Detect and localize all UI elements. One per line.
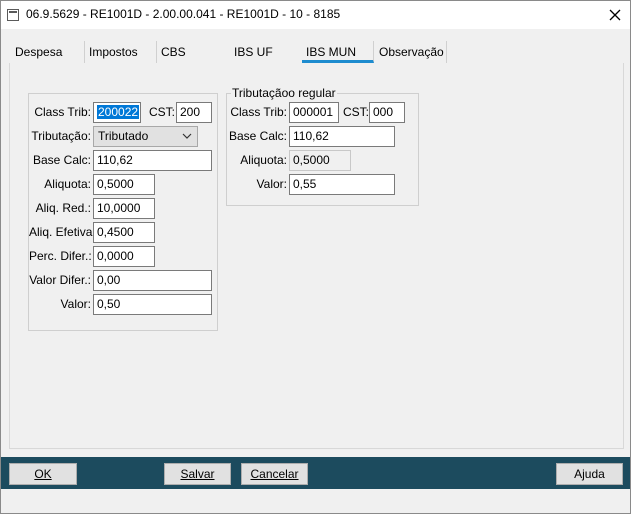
tab-observacao[interactable]: Observação	[375, 41, 447, 63]
save-button-label: Salvar	[180, 467, 215, 481]
class-trib-field[interactable]: 000001	[289, 102, 339, 123]
chevron-down-icon	[182, 133, 192, 139]
tab-despesa[interactable]: Despesa	[11, 41, 85, 63]
valor-label: Valor:	[256, 177, 287, 191]
title-bar: 06.9.5629 - RE1001D - 2.00.00.041 - RE10…	[1, 1, 630, 29]
cst-field[interactable]: 000	[369, 102, 405, 123]
cst-field[interactable]: 200	[176, 102, 212, 123]
base-calc-field[interactable]: 110,62	[93, 150, 212, 171]
class-trib-label: Class Trib:	[34, 105, 91, 119]
aliq-efetiva-field[interactable]: 0,4500	[93, 222, 155, 243]
tab-impostos[interactable]: Impostos	[85, 41, 157, 63]
cst-label: CST:	[148, 105, 175, 119]
valor-difer-field[interactable]: 0,00	[93, 270, 212, 291]
class-trib-field[interactable]: 200022	[93, 102, 141, 123]
base-calc-label: Base Calc:	[32, 153, 91, 167]
class-trib-label: Class Trib:	[230, 105, 287, 119]
tributacao-select[interactable]: Tributado	[93, 126, 198, 147]
valor-field[interactable]: 0,55	[289, 174, 395, 195]
tributacao-regular-group: Tributaçãoo regular Class Trib: 000001 C…	[226, 86, 419, 206]
group-title: Tributaçãoo regular	[231, 86, 337, 100]
aliq-efetiva-label: Aliq. Efetiva:	[29, 225, 96, 239]
valor-field[interactable]: 0,50	[93, 294, 212, 315]
cancel-button-label: Cancelar	[250, 467, 299, 481]
close-icon	[609, 9, 621, 21]
valor-difer-label: Valor Difer.:	[29, 273, 91, 287]
tab-cbs[interactable]: CBS	[157, 41, 229, 63]
aliquota-field: 0,5000	[289, 150, 351, 171]
aliq-red-label: Aliq. Red.:	[35, 201, 91, 215]
perc-difer-label: Perc. Difer.:	[29, 249, 92, 263]
ibs-mun-group: Class Trib: 200022 CST: 200 Tributação: …	[28, 93, 218, 331]
cancel-button[interactable]: Cancelar	[241, 463, 308, 485]
aliquota-label: Aliquota:	[240, 153, 287, 167]
button-bar: OK Salvar Cancelar Ajuda	[1, 457, 630, 489]
base-calc-label: Base Calc:	[228, 129, 287, 143]
help-button-label: Ajuda	[574, 467, 605, 481]
app-icon	[7, 9, 19, 21]
tab-content-panel: Class Trib: 200022 CST: 200 Tributação: …	[9, 63, 624, 449]
save-button[interactable]: Salvar	[164, 463, 231, 485]
close-button[interactable]	[600, 1, 630, 29]
perc-difer-field[interactable]: 0,0000	[93, 246, 155, 267]
help-button[interactable]: Ajuda	[556, 463, 623, 485]
cst-label: CST:	[342, 105, 369, 119]
ok-button[interactable]: OK	[9, 463, 77, 485]
aliq-red-field[interactable]: 10,0000	[93, 198, 155, 219]
tab-bar: Despesa Impostos CBS IBS UF IBS MUN Obse…	[1, 41, 630, 63]
ok-button-label: OK	[34, 467, 52, 481]
tributacao-value: Tributado	[98, 129, 149, 143]
valor-label: Valor:	[60, 297, 91, 311]
dialog-window: 06.9.5629 - RE1001D - 2.00.00.041 - RE10…	[0, 0, 631, 514]
window-title: 06.9.5629 - RE1001D - 2.00.00.041 - RE10…	[26, 7, 341, 21]
aliquota-field[interactable]: 0,5000	[93, 174, 155, 195]
base-calc-field[interactable]: 110,62	[289, 126, 395, 147]
tab-ibs-mun[interactable]: IBS MUN	[302, 41, 374, 63]
tab-ibs-uf[interactable]: IBS UF	[230, 41, 302, 63]
aliquota-label: Aliquota:	[44, 177, 91, 191]
tributacao-label: Tributação:	[31, 129, 91, 143]
